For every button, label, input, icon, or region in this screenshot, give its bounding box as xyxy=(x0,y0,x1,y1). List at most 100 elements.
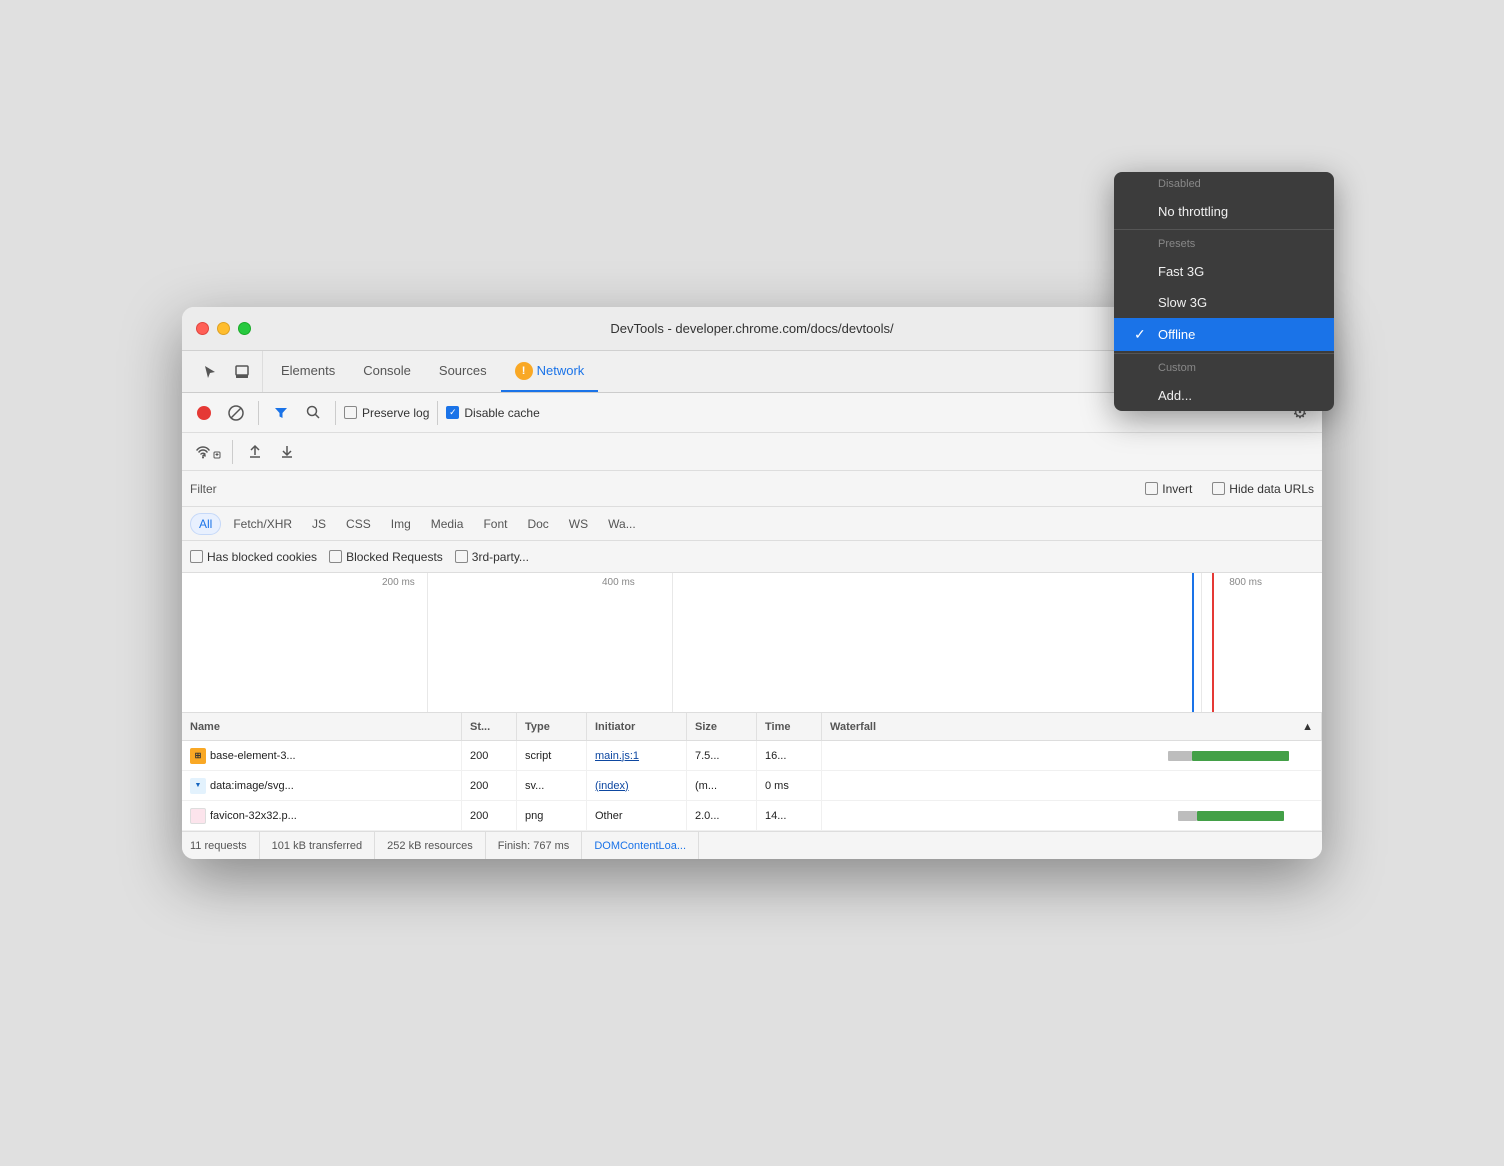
waterfall-bar-green-1 xyxy=(1192,751,1289,761)
col-header-initiator[interactable]: Initiator xyxy=(587,713,687,740)
cell-type-3: png xyxy=(517,801,587,830)
dock-icon[interactable] xyxy=(228,358,256,386)
status-domcontent: DOMContentLoa... xyxy=(582,832,699,859)
blocked-cookies-checkbox[interactable] xyxy=(190,550,203,563)
waterfall-bar-gray-3 xyxy=(1178,811,1197,821)
separator xyxy=(258,401,259,425)
third-party-option[interactable]: 3rd-party... xyxy=(455,550,529,564)
cell-size-2: (m... xyxy=(687,771,757,800)
tab-sources[interactable]: Sources xyxy=(425,351,501,392)
invert-option[interactable]: Invert xyxy=(1145,482,1192,496)
grid-line-1 xyxy=(427,573,428,713)
window-title: DevTools - developer.chrome.com/docs/dev… xyxy=(610,321,893,336)
network-throttle-wifi-button[interactable] xyxy=(190,438,224,466)
table-row[interactable]: ▼ data:image/svg... 200 sv... (index) (m… xyxy=(182,771,1322,801)
dropdown-separator-2 xyxy=(1114,353,1322,354)
initiator-link-2[interactable]: (index) xyxy=(595,780,629,792)
waterfall-bar-container-2 xyxy=(830,771,1313,800)
export-button[interactable] xyxy=(273,438,301,466)
status-transferred: 101 kB transferred xyxy=(260,832,376,859)
res-tab-img[interactable]: Img xyxy=(383,514,419,534)
blue-marker-line xyxy=(1192,573,1194,713)
blocked-requests-checkbox[interactable] xyxy=(329,550,342,563)
table-header: Name St... Type Initiator Size Time Wate… xyxy=(182,713,1322,741)
devtools-icon-group xyxy=(190,351,263,392)
dropdown-item-slow3g[interactable]: Slow 3G xyxy=(1114,307,1322,318)
status-finish: Finish: 767 ms xyxy=(486,832,583,859)
grid-line-3 xyxy=(1201,573,1202,713)
throttling-dropdown: Disabled No throttling Presets Fast 3G S… xyxy=(1114,307,1322,411)
tab-elements[interactable]: Elements xyxy=(267,351,349,392)
filter-icon-button[interactable] xyxy=(267,399,295,427)
sort-arrow-icon: ▲ xyxy=(1302,721,1313,733)
minimize-button[interactable] xyxy=(217,322,230,335)
record-button[interactable] xyxy=(190,399,218,427)
maximize-button[interactable] xyxy=(238,322,251,335)
waterfall-bar-gray-1 xyxy=(1168,751,1192,761)
waterfall-bar-green-3 xyxy=(1197,811,1284,821)
has-blocked-cookies-option[interactable]: Has blocked cookies xyxy=(190,550,317,564)
js-icon: ⊞ xyxy=(190,748,206,764)
initiator-link-1[interactable]: main.js:1 xyxy=(595,750,639,762)
waterfall-bar-container-3 xyxy=(830,801,1313,830)
cell-time-2: 0 ms xyxy=(757,771,822,800)
close-button[interactable] xyxy=(196,322,209,335)
network-table: Name St... Type Initiator Size Time Wate… xyxy=(182,713,1322,831)
col-header-name[interactable]: Name xyxy=(182,713,462,740)
table-row[interactable]: ⊞ base-element-3... 200 script main.js:1… xyxy=(182,741,1322,771)
res-tab-wa[interactable]: Wa... xyxy=(600,514,644,534)
blocked-requests-option[interactable]: Blocked Requests xyxy=(329,550,443,564)
third-party-checkbox[interactable] xyxy=(455,550,468,563)
import-button[interactable] xyxy=(241,438,269,466)
cell-initiator-2: (index) xyxy=(587,771,687,800)
cell-waterfall-1 xyxy=(822,741,1322,770)
dropdown-item-add[interactable]: Add... xyxy=(1114,380,1322,411)
res-tab-all[interactable]: All xyxy=(190,513,221,535)
tab-network[interactable]: ! Network xyxy=(501,351,599,392)
preserve-log-option[interactable]: Preserve log xyxy=(344,406,429,420)
res-tab-media[interactable]: Media xyxy=(423,514,472,534)
preserve-log-checkbox[interactable] xyxy=(344,406,357,419)
res-tab-font[interactable]: Font xyxy=(475,514,515,534)
cell-size-1: 7.5... xyxy=(687,741,757,770)
dropdown-item-offline[interactable]: ✓ Offline xyxy=(1114,318,1322,351)
res-tab-js[interactable]: JS xyxy=(304,514,334,534)
hide-data-urls-checkbox[interactable] xyxy=(1212,482,1225,495)
table-row[interactable]: favicon-32x32.p... 200 png Other 2.0... … xyxy=(182,801,1322,831)
png-icon xyxy=(190,808,206,824)
status-requests: 11 requests xyxy=(190,832,260,859)
res-tab-ws[interactable]: WS xyxy=(561,514,596,534)
status-resources: 252 kB resources xyxy=(375,832,486,859)
col-header-size[interactable]: Size xyxy=(687,713,757,740)
dom-content-link[interactable]: DOMContentLoa... xyxy=(594,840,686,852)
disable-cache-checkbox[interactable] xyxy=(446,406,459,419)
res-tab-css[interactable]: CSS xyxy=(338,514,379,534)
disable-cache-option[interactable]: Disable cache xyxy=(446,406,539,420)
filter-bar: Filter Invert Hide data URLs xyxy=(182,471,1322,507)
clear-button[interactable] xyxy=(222,399,250,427)
ruler-400ms: 400 ms xyxy=(602,577,635,588)
toolbar-row2 xyxy=(182,433,1322,471)
separator4 xyxy=(232,440,233,464)
cell-waterfall-2 xyxy=(822,771,1322,800)
status-bar: 11 requests 101 kB transferred 252 kB re… xyxy=(182,831,1322,859)
cursor-icon[interactable] xyxy=(196,358,224,386)
col-header-waterfall[interactable]: Waterfall ▲ xyxy=(822,713,1322,740)
cell-status-3: 200 xyxy=(462,801,517,830)
res-tab-doc[interactable]: Doc xyxy=(519,514,556,534)
cell-status-2: 200 xyxy=(462,771,517,800)
tab-console[interactable]: Console xyxy=(349,351,425,392)
cell-waterfall-3 xyxy=(822,801,1322,830)
cell-initiator-1: main.js:1 xyxy=(587,741,687,770)
col-header-status[interactable]: St... xyxy=(462,713,517,740)
separator2 xyxy=(335,401,336,425)
invert-checkbox[interactable] xyxy=(1145,482,1158,495)
tabs-list: Elements Console Sources ! Network xyxy=(267,351,1158,392)
hide-data-urls-option[interactable]: Hide data URLs xyxy=(1212,482,1314,496)
col-header-type[interactable]: Type xyxy=(517,713,587,740)
separator3 xyxy=(437,401,438,425)
col-header-time[interactable]: Time xyxy=(757,713,822,740)
cell-type-2: sv... xyxy=(517,771,587,800)
res-tab-fetchxhr[interactable]: Fetch/XHR xyxy=(225,514,300,534)
search-button[interactable] xyxy=(299,399,327,427)
